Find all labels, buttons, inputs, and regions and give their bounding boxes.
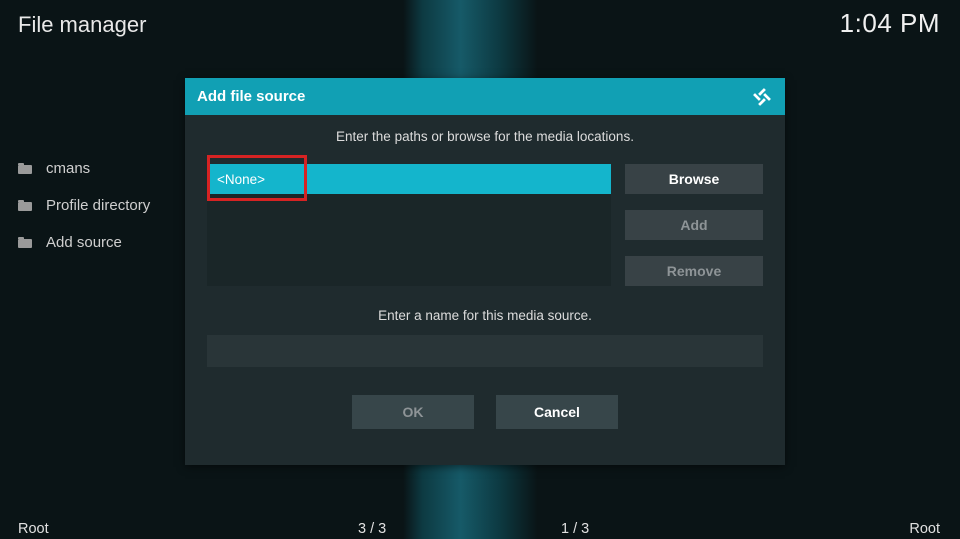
dialog-title: Add file source xyxy=(197,88,305,105)
sidebar-item-label: Add source xyxy=(46,234,122,251)
folder-icon xyxy=(18,163,32,174)
folder-icon xyxy=(18,237,32,248)
dialog-actions: OK Cancel xyxy=(207,395,763,429)
footer-count-left: 3 / 3 xyxy=(358,521,386,537)
sidebar: cmans Profile directory Add source xyxy=(18,160,150,251)
sidebar-item-label: Profile directory xyxy=(46,197,150,214)
name-instruction: Enter a name for this media source. xyxy=(207,308,763,323)
kodi-logo-icon xyxy=(751,86,773,108)
footer-count-right: 1 / 3 xyxy=(561,521,589,537)
paths-list[interactable]: <None> xyxy=(207,164,611,286)
dialog-body: Enter the paths or browse for the media … xyxy=(185,115,785,465)
footer-left-root: Root xyxy=(18,521,49,537)
path-buttons: Browse Add Remove xyxy=(625,164,763,286)
path-item-label: <None> xyxy=(217,172,265,187)
clock: 1:04 PM xyxy=(840,8,940,39)
add-button[interactable]: Add xyxy=(625,210,763,240)
paths-row: <None> Browse Add Remove xyxy=(207,164,763,286)
sidebar-item-profile-directory[interactable]: Profile directory xyxy=(18,197,150,214)
cancel-button[interactable]: Cancel xyxy=(496,395,618,429)
ok-button[interactable]: OK xyxy=(352,395,474,429)
add-file-source-dialog: Add file source Enter the paths or brows… xyxy=(185,78,785,465)
sidebar-item-add-source[interactable]: Add source xyxy=(18,234,150,251)
sidebar-item-label: cmans xyxy=(46,160,90,177)
path-instruction: Enter the paths or browse for the media … xyxy=(207,129,763,144)
media-source-name-input[interactable] xyxy=(207,335,763,367)
sidebar-item-cmans[interactable]: cmans xyxy=(18,160,150,177)
folder-icon xyxy=(18,200,32,211)
path-item-none[interactable]: <None> xyxy=(207,164,611,194)
footer-right-root: Root xyxy=(909,521,940,537)
dialog-header: Add file source xyxy=(185,78,785,115)
browse-button[interactable]: Browse xyxy=(625,164,763,194)
page-title: File manager xyxy=(18,12,146,38)
remove-button[interactable]: Remove xyxy=(625,256,763,286)
